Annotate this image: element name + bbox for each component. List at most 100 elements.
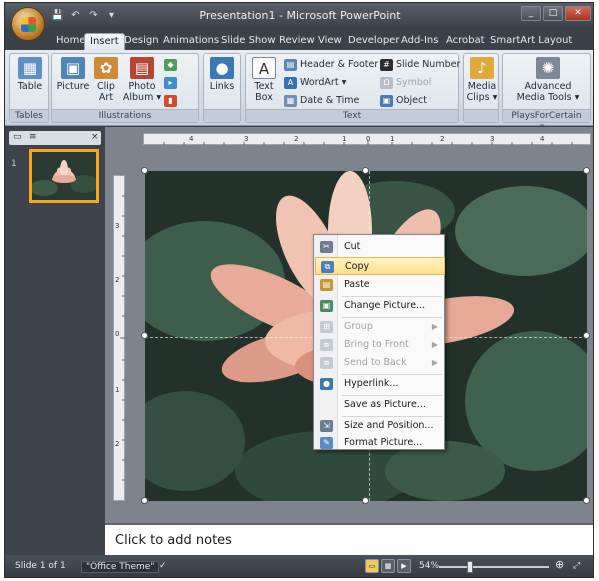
header-footer-button[interactable]: ▤ Header & Footer	[284, 57, 378, 73]
wordart-label: WordArt ▾	[300, 77, 347, 88]
text-box-button[interactable]: A Text Box	[250, 57, 278, 103]
date-time-button[interactable]: ▦ Date & Time	[284, 93, 359, 109]
notes-pane[interactable]: Click to add notes	[105, 523, 593, 555]
resize-handle-left[interactable]	[141, 332, 148, 339]
picture-button[interactable]: ▣ Picture	[56, 57, 90, 92]
resize-handle-tr[interactable]	[583, 167, 590, 174]
tab-smartart-layout[interactable]: SmartArt Layout Des	[485, 33, 593, 62]
shapes-icon: ◆	[164, 58, 177, 71]
table-button[interactable]: ▦ Table	[14, 57, 46, 92]
spell-check-icon[interactable]: ✓	[159, 561, 167, 571]
group-links: ● Links	[203, 53, 241, 123]
size-icon: ⇲	[320, 420, 333, 432]
menu-item-label: Change Picture...	[344, 300, 426, 311]
format-icon: ✎	[320, 437, 333, 449]
resize-handle-tl[interactable]	[141, 167, 148, 174]
group-label-text: Text	[246, 109, 458, 122]
photo-album-button[interactable]: ▤ Photo Album ▾	[122, 57, 162, 103]
close-button[interactable]: ✕	[565, 6, 591, 21]
picture-label: Picture	[56, 81, 90, 92]
tab-design[interactable]: Design	[119, 33, 164, 50]
outline-tab-icon[interactable]: ≡	[29, 132, 37, 142]
slide-number-button[interactable]: # Slide Number	[380, 57, 460, 73]
menu-item-paste[interactable]: ▤ Paste	[315, 276, 445, 294]
object-button[interactable]: ▣ Object	[380, 93, 427, 109]
links-label: Links	[209, 81, 235, 92]
tab-add-ins[interactable]: Add-Ins	[396, 33, 443, 50]
tab-view[interactable]: View	[313, 33, 347, 50]
symbol-label: Symbol	[396, 77, 432, 88]
film-reel-icon: ✺	[536, 57, 560, 79]
menu-item-hyperlink[interactable]: ● Hyperlink...	[315, 375, 445, 393]
menu-item-send-to-back[interactable]: ⧈ Send to Back ▶	[315, 354, 445, 372]
theme-status[interactable]: "Office Theme"	[81, 561, 160, 573]
menu-item-group[interactable]: ⊞ Group ▶	[315, 318, 445, 336]
tab-slide-show[interactable]: Slide Show	[216, 33, 281, 50]
menu-item-copy[interactable]: ⧉ Copy	[315, 257, 445, 275]
slide-thumbnail[interactable]	[29, 149, 99, 203]
resize-handle-br[interactable]	[583, 497, 590, 504]
text-box-icon: A	[252, 57, 276, 79]
zoom-slider[interactable]	[439, 561, 549, 573]
zoom-level[interactable]: 54%	[419, 561, 439, 571]
slide-sorter-view-icon[interactable]: ▦	[381, 559, 395, 573]
group-icon: ⊞	[320, 321, 333, 333]
zoom-in-icon[interactable]: ⊕	[555, 558, 564, 571]
office-button[interactable]	[11, 7, 45, 41]
tab-animations[interactable]: Animations	[158, 33, 224, 50]
shapes-button[interactable]: ◆	[164, 57, 180, 73]
group-label-media	[464, 109, 498, 122]
submenu-arrow-icon: ▶	[431, 322, 438, 331]
menu-item-format-picture[interactable]: ✎ Format Picture...	[315, 434, 445, 452]
clip-art-label-1: Clip	[97, 81, 115, 92]
menu-item-change-picture[interactable]: ▣ Change Picture...	[315, 297, 445, 315]
date-time-icon: ▦	[284, 94, 297, 107]
slide-number: 1	[11, 159, 17, 169]
menu-item-label: Size and Position...	[344, 420, 434, 431]
photo-album-icon: ▤	[130, 57, 154, 79]
menu-item-label: Hyperlink...	[344, 378, 399, 389]
advanced-media-tools-button[interactable]: ✺ Advanced Media Tools ▾	[509, 57, 587, 103]
hyperlink-icon: ●	[320, 378, 333, 390]
panel-close-icon[interactable]: ×	[91, 132, 99, 142]
tab-acrobat[interactable]: Acrobat	[441, 33, 490, 50]
clip-art-icon: ✿	[94, 57, 118, 79]
chart-button[interactable]: ▮	[164, 93, 180, 109]
status-bar: Slide 1 of 1 "Office Theme" ✓ ▭ ▦ ▶ 54% …	[5, 555, 593, 577]
clip-art-button[interactable]: ✿ Clip Art	[92, 57, 120, 103]
fit-slide-icon[interactable]: ⤢	[573, 561, 580, 571]
svg-text:3: 3	[490, 135, 494, 143]
wordart-button[interactable]: A WordArt ▾	[284, 75, 346, 91]
menu-item-size-position[interactable]: ⇲ Size and Position...	[315, 417, 445, 435]
photo-album-label-1: Photo	[128, 81, 156, 92]
slide-show-view-icon[interactable]: ▶	[397, 559, 411, 573]
slides-tab-icon[interactable]: ▭	[13, 132, 22, 142]
resize-handle-bl[interactable]	[141, 497, 148, 504]
group-tables: ▦ Table Tables	[9, 53, 49, 123]
smartart-icon: ▸	[164, 76, 177, 89]
table-icon: ▦	[18, 57, 42, 79]
maximize-button[interactable]: □	[543, 6, 563, 21]
slide-number-icon: #	[380, 58, 393, 71]
menu-item-cut[interactable]: ✂ Cut	[315, 238, 445, 256]
symbol-button[interactable]: Ω Symbol	[380, 75, 431, 91]
resize-handle-top[interactable]	[362, 167, 369, 174]
group-plays-for-certain: ✺ Advanced Media Tools ▾ PlaysForCertain…	[502, 53, 591, 134]
resize-handle-right[interactable]	[583, 332, 590, 339]
menu-item-save-as-picture[interactable]: Save as Picture...	[315, 396, 445, 414]
office-logo-icon	[21, 17, 36, 32]
svg-text:4: 4	[540, 135, 545, 143]
smartart-button[interactable]: ▸	[164, 75, 180, 91]
slide-number-label: Slide Number	[396, 59, 461, 70]
normal-view-icon[interactable]: ▭	[365, 559, 379, 573]
zoom-slider-knob[interactable]	[467, 561, 474, 573]
menu-item-bring-to-front[interactable]: ⧈ Bring to Front ▶	[315, 336, 445, 354]
submenu-arrow-icon: ▶	[431, 340, 438, 349]
globe-link-icon: ●	[210, 57, 234, 79]
minimize-button[interactable]: _	[521, 6, 541, 21]
svg-text:1: 1	[390, 135, 394, 143]
window-controls: _ □ ✕	[521, 6, 591, 21]
links-button[interactable]: ● Links	[207, 57, 237, 92]
media-clips-button[interactable]: ♪ Media Clips ▾	[466, 57, 498, 103]
resize-handle-bottom[interactable]	[362, 497, 369, 504]
